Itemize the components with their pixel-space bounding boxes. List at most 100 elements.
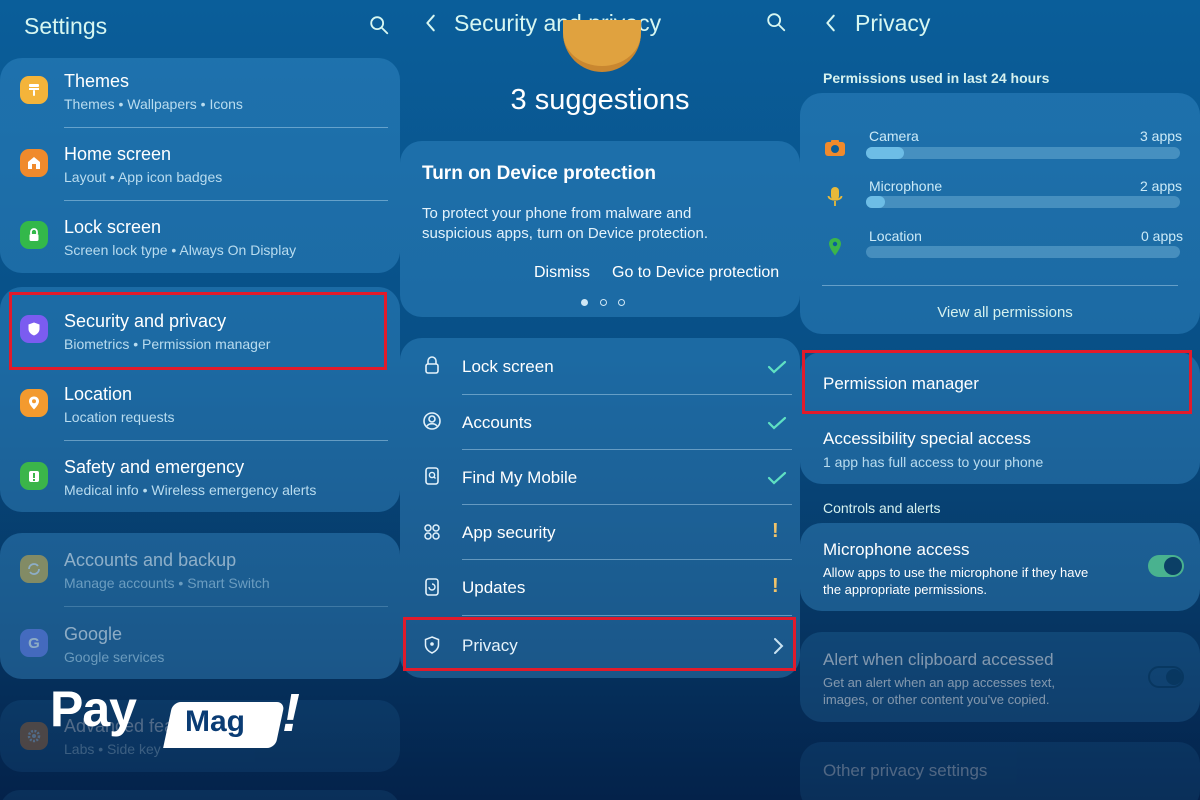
item-subtitle-line-1: Allow apps to use the microphone if they…: [823, 565, 1089, 580]
suggestion-title: Turn on Device protection: [422, 163, 657, 184]
settings-card-more: [0, 790, 400, 800]
check-icon: [767, 471, 787, 485]
security-item-app-security[interactable]: App security !: [400, 504, 800, 560]
permission-count: 2 apps: [1140, 178, 1183, 194]
item-title: Safety and emergency: [64, 457, 245, 477]
settings-item-themes[interactable]: Themes Themes • Wallpapers • Icons: [0, 58, 400, 130]
settings-item-accounts-and-backup[interactable]: Accounts and backup Manage accounts • Sm…: [0, 533, 400, 605]
divider: [64, 200, 388, 201]
permission-label: Microphone: [869, 178, 943, 194]
highlight-box: [403, 617, 796, 671]
lock-outline-icon: [425, 356, 439, 374]
microphone-icon: [827, 187, 843, 206]
security-item-find-my-mobile[interactable]: Find My Mobile: [400, 449, 800, 505]
toggle-knob: [1164, 557, 1182, 575]
item-title: Themes: [64, 71, 130, 91]
item-subtitle: Google services: [64, 649, 165, 665]
accessibility-special-access-item[interactable]: Accessibility special access 1 app has f…: [800, 412, 1200, 484]
account-circle-icon: [423, 412, 441, 430]
settings-item-home-screen[interactable]: Home screen Layout • App icon badges: [0, 130, 400, 202]
settings-item-lock-screen[interactable]: Lock screen Screen lock type • Always On…: [0, 202, 400, 274]
security-item-updates[interactable]: Updates !: [400, 559, 800, 615]
item-label: Lock screen: [462, 357, 554, 376]
microphone-access-card[interactable]: Microphone access Allow apps to use the …: [800, 523, 1200, 611]
item-title: Accounts and backup: [64, 550, 237, 570]
item-title: Lock screen: [64, 217, 162, 237]
item-subtitle: Screen lock type • Always On Display: [64, 242, 297, 258]
search-icon[interactable]: [368, 14, 390, 36]
permission-count: 0 apps: [1141, 228, 1184, 244]
item-subtitle: Themes • Wallpapers • Icons: [64, 96, 243, 112]
home-icon: [20, 149, 48, 177]
item-title: Location: [64, 384, 133, 404]
security-panel: Security and privacy 3 suggestions Turn …: [400, 0, 800, 800]
brush-icon: [20, 76, 48, 104]
sync-icon: [20, 555, 48, 583]
permission-label: Location: [869, 228, 922, 244]
paymag-logo: Pay Mag !: [50, 680, 310, 750]
other-privacy-settings-card[interactable]: Other privacy settings: [800, 742, 1200, 800]
check-icon: [767, 360, 787, 374]
lock-icon: [20, 221, 48, 249]
page-title: Privacy: [855, 10, 931, 36]
permission-label: Camera: [869, 128, 919, 144]
update-icon: [425, 578, 439, 596]
back-arrow-icon[interactable]: [420, 12, 442, 34]
item-subtitle: Location requests: [64, 409, 175, 425]
go-to-device-protection-button[interactable]: Go to Device protection: [612, 264, 779, 282]
dismiss-button[interactable]: Dismiss: [534, 264, 590, 282]
settings-card-display: Themes Themes • Wallpapers • Icons Home …: [0, 58, 400, 273]
security-item-lock-screen[interactable]: Lock screen: [400, 338, 800, 394]
item-label: Find My Mobile: [462, 468, 578, 487]
item-title: Alert when clipboard accessed: [823, 650, 1054, 669]
item-subtitle-line-2: images, or other content you've copied.: [823, 692, 1050, 707]
privacy-panel: Privacy Permissions used in last 24 hour…: [800, 0, 1200, 800]
settings-item-location[interactable]: Location Location requests: [0, 367, 400, 439]
section-header: Controls and alerts: [823, 500, 941, 516]
item-subtitle-line-1: Get an alert when an app accesses text,: [823, 675, 1055, 690]
clipboard-alert-card[interactable]: Alert when clipboard accessed Get an ale…: [800, 632, 1200, 722]
item-title: Other privacy settings: [823, 761, 988, 780]
warning-icon: !: [772, 575, 779, 597]
divider: [64, 127, 388, 128]
settings-card-accounts: Accounts and backup Manage accounts • Sm…: [0, 533, 400, 679]
view-all-permissions-link[interactable]: View all permissions: [800, 304, 1200, 321]
logo-text-mag: Mag: [185, 705, 245, 738]
location-pin-icon: [829, 238, 841, 256]
settings-item-safety-and-emergency[interactable]: Safety and emergency Medical info • Wire…: [0, 440, 400, 512]
check-icon: [767, 416, 787, 430]
google-icon: G: [20, 629, 48, 657]
usage-bar: [866, 147, 1180, 159]
suggestion-body-line-1: To protect your phone from malware and: [422, 205, 692, 222]
suggestion-body-line-2: suspicious apps, turn on Device protecti…: [422, 225, 708, 242]
clipboard-alert-toggle[interactable]: [1148, 666, 1184, 688]
search-icon[interactable]: [765, 11, 787, 33]
permissions-usage-card: Camera 3 apps Microphone 2 apps Location…: [800, 93, 1200, 334]
back-arrow-icon[interactable]: [820, 12, 842, 34]
highlight-box: [802, 350, 1192, 414]
page-title: Settings: [24, 13, 108, 39]
page-dot: [600, 299, 607, 306]
suggestion-card: Turn on Device protection To protect you…: [400, 141, 800, 317]
gear-icon: [20, 722, 48, 750]
microphone-access-toggle[interactable]: [1148, 555, 1184, 577]
settings-item-google[interactable]: G Google Google services: [0, 607, 400, 679]
item-title: Microphone access: [823, 540, 970, 559]
item-title: Home screen: [64, 144, 172, 164]
logo-text-pay: Pay: [50, 681, 137, 737]
item-label: Updates: [462, 578, 526, 597]
divider: [822, 285, 1178, 286]
item-subtitle: Layout • App icon badges: [64, 169, 223, 185]
suggestions-count: 3 suggestions: [510, 84, 690, 116]
security-item-accounts[interactable]: Accounts: [400, 394, 800, 450]
item-subtitle-line-2: the appropriate permissions.: [823, 582, 988, 597]
logo-exclamation: !: [282, 683, 300, 743]
usage-bar: [866, 246, 1180, 258]
status-orb: [563, 20, 641, 72]
location-pin-icon: [20, 389, 48, 417]
apps-grid-icon: [424, 524, 440, 540]
permission-count: 3 apps: [1140, 128, 1183, 144]
item-subtitle: Medical info • Wireless emergency alerts: [64, 482, 317, 498]
camera-icon: [825, 140, 845, 156]
page-dot: [618, 299, 625, 306]
